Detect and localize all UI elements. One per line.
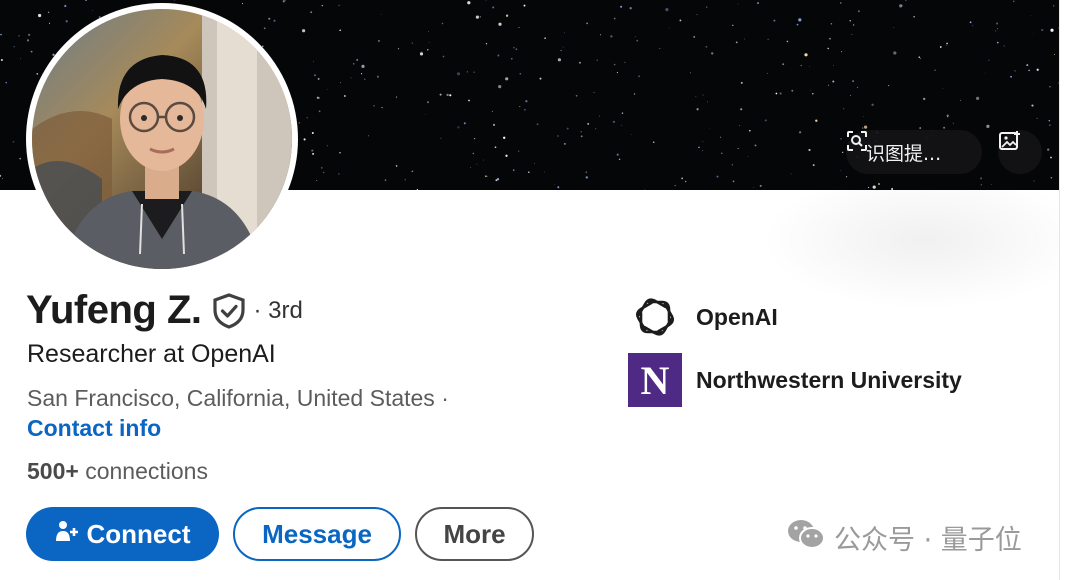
avatar[interactable] xyxy=(26,3,298,275)
profile-name: Yufeng Z. xyxy=(26,288,202,332)
connections-label: connections xyxy=(78,458,208,484)
watermark: 公众号 · 量子位 xyxy=(786,518,1022,557)
northwestern-logo-letter: N xyxy=(640,357,670,403)
org-name-openai: OpenAI xyxy=(696,303,778,330)
connect-button[interactable]: Connect xyxy=(26,507,219,561)
connect-label: Connect xyxy=(86,518,191,549)
edit-cover-button[interactable] xyxy=(998,130,1042,174)
add-person-icon xyxy=(55,519,79,550)
org-northwestern[interactable]: N Northwestern University xyxy=(628,353,962,407)
profile-headline: Researcher at OpenAI xyxy=(27,340,276,368)
watermark-text: 公众号 · 量子位 xyxy=(834,525,1022,556)
openai-logo xyxy=(628,290,682,344)
connections-count[interactable]: 500+ connections xyxy=(27,458,208,485)
decorative-shadow xyxy=(760,170,1059,310)
org-openai[interactable]: OpenAI xyxy=(628,290,778,344)
profile-location: San Francisco, California, United States… xyxy=(27,385,449,411)
name-row: Yufeng Z. · 3rd xyxy=(26,288,303,333)
profile-card: 识图提... Yufeng Z. · 3rd Researcher at Ope… xyxy=(0,0,1060,580)
connections-number: 500+ xyxy=(27,458,79,484)
org-name-northwestern: Northwestern University xyxy=(696,366,962,393)
message-button[interactable]: Message xyxy=(233,507,401,561)
scan-image-button[interactable]: 识图提... xyxy=(846,130,982,174)
connection-degree: · 3rd xyxy=(253,296,303,324)
profile-photo xyxy=(32,9,292,269)
more-button[interactable]: More xyxy=(415,507,534,561)
verified-shield-icon[interactable] xyxy=(212,292,246,329)
contact-info-link[interactable]: Contact info xyxy=(27,415,161,442)
wechat-icon xyxy=(786,518,826,557)
scan-image-label: 识图提... xyxy=(866,142,942,165)
northwestern-logo: N xyxy=(628,353,682,407)
